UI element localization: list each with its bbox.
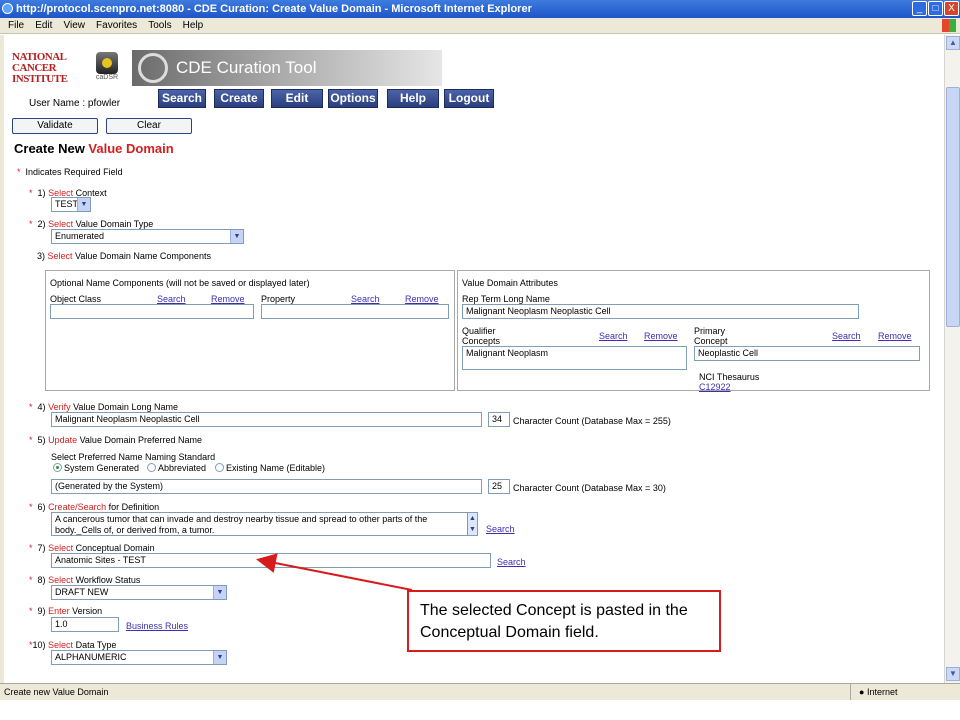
status-bar: Create new Value Domain ● Internet	[0, 683, 960, 700]
annotation-callout: The selected Concept is pasted in the Co…	[407, 590, 721, 652]
status-zone: ● Internet	[850, 684, 897, 700]
bottom-strip	[0, 700, 960, 720]
status-text: Create new Value Domain	[4, 687, 109, 697]
